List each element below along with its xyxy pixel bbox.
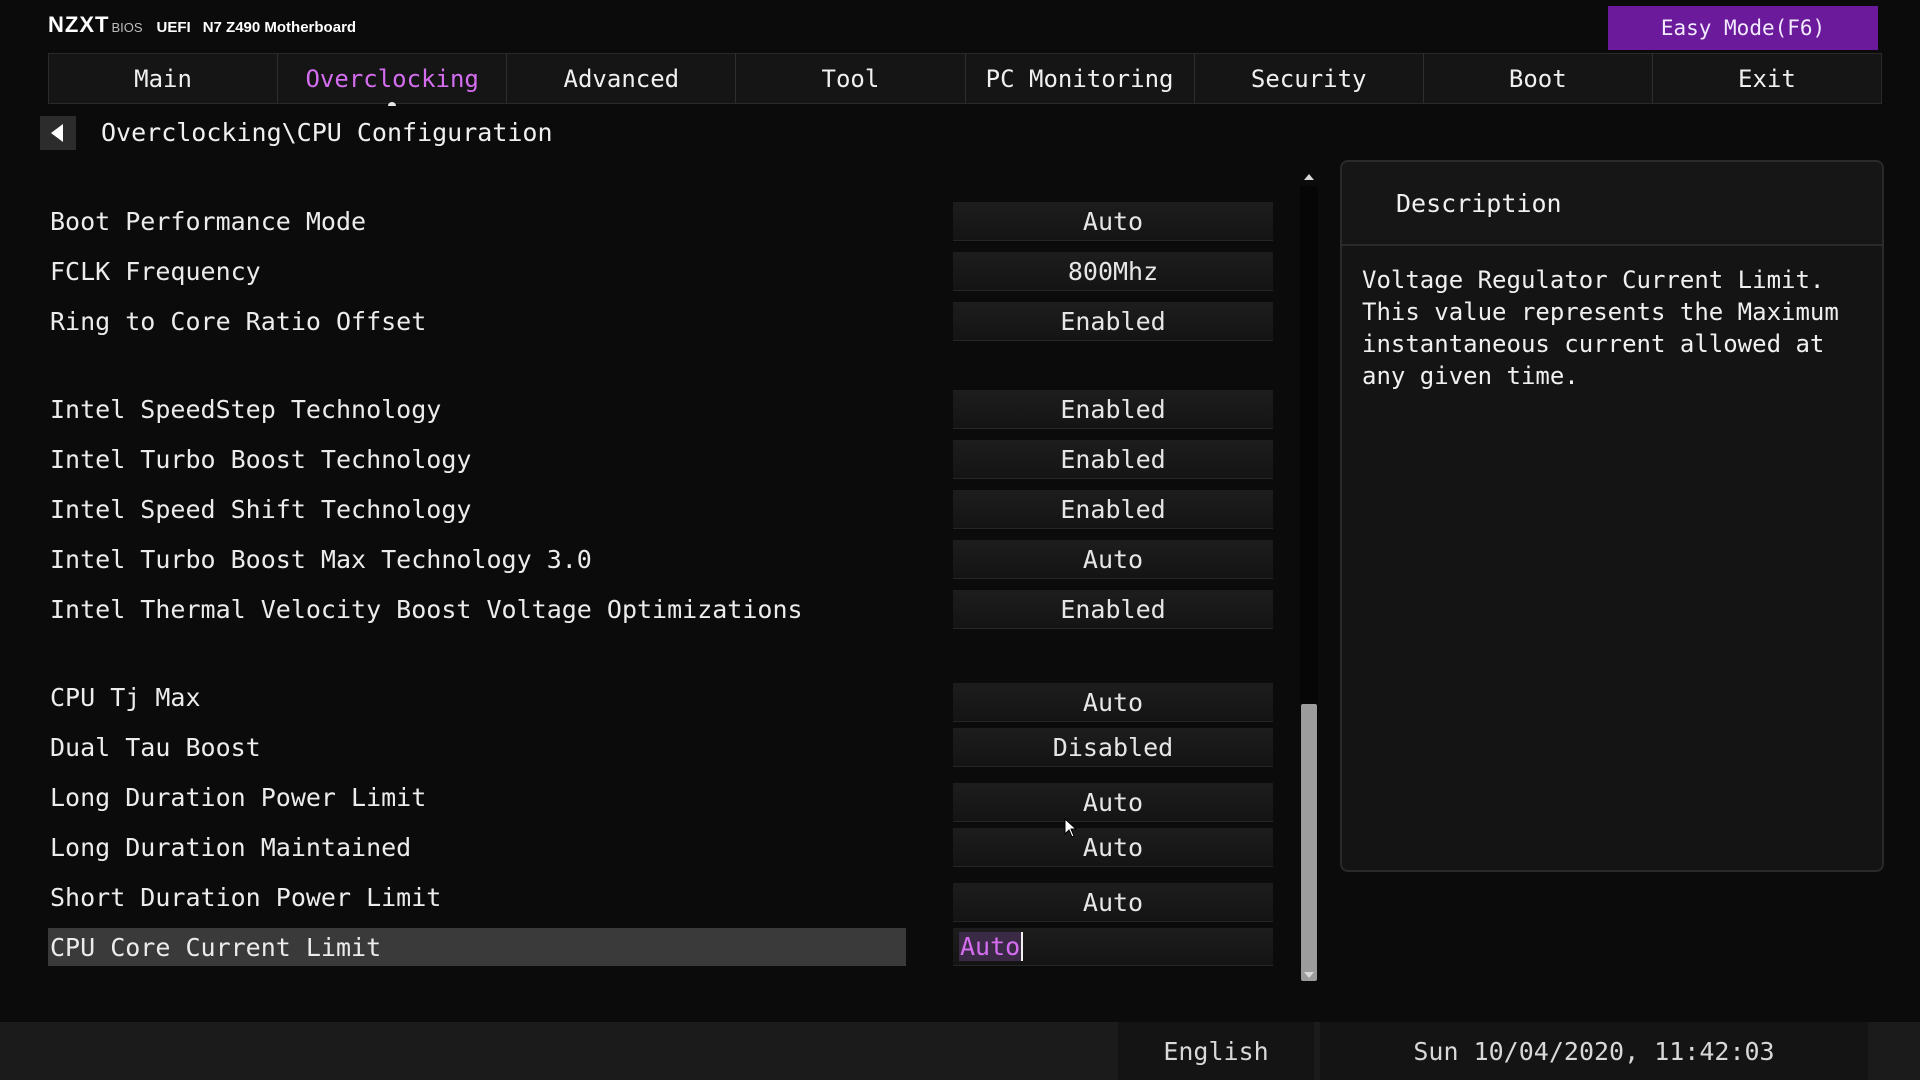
setting-label: Ring to Core Ratio Offset [50,306,427,336]
value-input-text[interactable]: Auto [959,932,1024,961]
setting-row-intel-thermal-velocity-boost[interactable]: Intel Thermal Velocity Boost Voltage Opt… [48,590,906,628]
setting-value-fclk-frequency[interactable]: 800Mhz [953,252,1273,291]
back-arrow-icon [50,124,63,142]
tab-pc-monitoring[interactable]: PC Monitoring [965,54,1195,103]
setting-value-intel-speedstep[interactable]: Enabled [953,390,1273,429]
description-panel: Description Voltage Regulator Current Li… [1340,160,1884,872]
tab-exit[interactable]: Exit [1652,54,1881,103]
setting-row-cpu-core-current-limit[interactable]: CPU Core Current Limit [48,928,906,966]
setting-label: Short Duration Power Limit [50,882,442,912]
setting-label: Long Duration Maintained [50,832,412,862]
setting-row-long-duration-power-limit[interactable]: Long Duration Power Limit [48,778,906,816]
scroll-up-arrow-icon[interactable] [1304,174,1314,180]
setting-label: CPU Core Current Limit [50,932,382,962]
setting-label: Boot Performance Mode [50,206,367,236]
setting-value-long-duration-maintained[interactable]: Auto [953,828,1273,867]
setting-label: CPU Tj Max [50,682,201,712]
setting-value-short-duration-power-limit[interactable]: Auto [953,883,1273,922]
setting-value-intel-turbo-boost[interactable]: Enabled [953,440,1273,479]
setting-row-dual-tau-boost[interactable]: Dual Tau Boost [48,728,906,766]
setting-row-fclk-frequency[interactable]: FCLK Frequency [48,252,906,290]
setting-label: Dual Tau Boost [50,732,261,762]
main-tabs: Main Overclocking Advanced Tool PC Monit… [48,53,1882,106]
setting-value-intel-speed-shift[interactable]: Enabled [953,490,1273,529]
tab-boot[interactable]: Boot [1423,54,1653,103]
setting-value-intel-turbo-boost-max[interactable]: Auto [953,540,1273,579]
tab-main[interactable]: Main [49,54,279,103]
setting-label: Intel Turbo Boost Technology [50,444,472,474]
language-selector[interactable]: English [1118,1022,1314,1080]
tab-security[interactable]: Security [1194,54,1424,103]
datetime-display[interactable]: Sun 10/04/2020, 11:42:03 [1320,1022,1868,1080]
setting-value-cpu-core-current-limit[interactable]: Auto [953,928,1273,966]
bios-label: BIOS [111,20,143,35]
status-bar: English Sun 10/04/2020, 11:42:03 [0,1022,1920,1080]
tab-tool[interactable]: Tool [736,54,966,103]
setting-row-cpu-tj-max[interactable]: CPU Tj Max [48,678,906,716]
scroll-track[interactable] [1300,186,1318,981]
motherboard-name: N7 Z490 Motherboard [202,19,357,36]
setting-row-intel-turbo-boost-max[interactable]: Intel Turbo Boost Max Technology 3.0 [48,540,906,578]
setting-label: Intel Turbo Boost Max Technology 3.0 [50,544,592,574]
setting-value-long-duration-power-limit[interactable]: Auto [953,783,1273,822]
setting-row-intel-speedstep[interactable]: Intel SpeedStep Technology [48,390,906,428]
setting-label: Long Duration Power Limit [50,782,427,812]
nzxt-logo: NZXT [48,12,110,37]
setting-value-dual-tau-boost[interactable]: Disabled [953,728,1273,767]
description-text: Voltage Regulator Current Limit. This va… [1362,266,1839,390]
scroll-thumb[interactable] [1301,704,1317,981]
setting-value-cpu-tj-max[interactable]: Auto [953,683,1273,722]
breadcrumb: Overclocking\CPU Configuration [101,118,553,147]
scroll-down-arrow-icon[interactable] [1304,972,1314,978]
brand-header: NZXT BIOS UEFI N7 Z490 Motherboard [48,12,356,40]
setting-row-intel-speed-shift[interactable]: Intel Speed Shift Technology [48,490,906,528]
easy-mode-button[interactable]: Easy Mode(F6) [1608,6,1878,50]
tab-advanced[interactable]: Advanced [507,54,737,103]
setting-row-short-duration-power-limit[interactable]: Short Duration Power Limit [48,878,906,916]
tab-overclocking[interactable]: Overclocking [278,54,508,106]
setting-value-ring-to-core-ratio-offset[interactable]: Enabled [953,302,1273,341]
setting-row-boot-performance-mode[interactable]: Boot Performance Mode [48,202,906,240]
setting-label: Intel Speed Shift Technology [50,494,472,524]
setting-row-intel-turbo-boost[interactable]: Intel Turbo Boost Technology [48,440,906,478]
uefi-label: UEFI [156,19,191,36]
description-title: Description [1342,162,1882,246]
setting-row-long-duration-maintained[interactable]: Long Duration Maintained [48,828,906,866]
setting-value-boot-performance-mode[interactable]: Auto [953,202,1273,241]
setting-label: Intel SpeedStep Technology [50,394,442,424]
setting-label: FCLK Frequency [50,256,261,286]
setting-label: Intel Thermal Velocity Boost Voltage Opt… [50,594,803,624]
setting-row-ring-to-core-ratio-offset[interactable]: Ring to Core Ratio Offset [48,302,906,340]
bios-screen: NZXT BIOS UEFI N7 Z490 Motherboard Easy … [0,0,1920,1080]
settings-scrollbar[interactable] [1300,170,1318,982]
setting-value-intel-thermal-velocity-boost[interactable]: Enabled [953,590,1273,629]
back-button[interactable] [40,116,76,150]
